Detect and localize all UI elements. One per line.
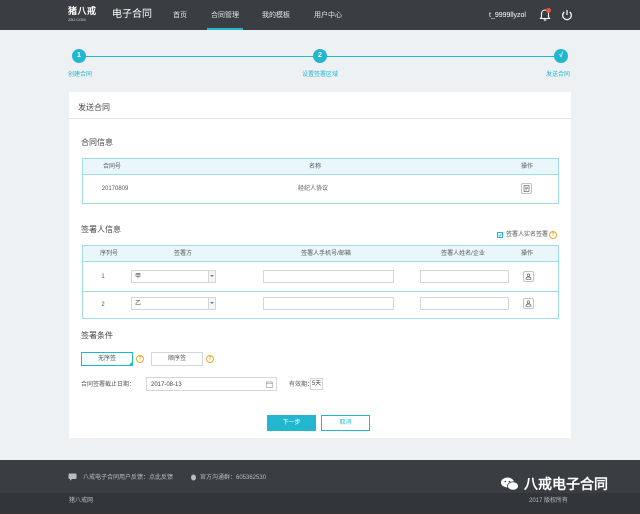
app-title: 电子合同 <box>112 9 152 20</box>
chat-icon <box>68 473 77 481</box>
username[interactable]: t_9999llyzol <box>489 11 526 20</box>
ordered-sign-option[interactable]: 顺序签 <box>151 352 203 366</box>
watermark-text: 八戒电子合同 <box>524 476 608 492</box>
column-header-index: 序列号 <box>99 251 119 257</box>
signer-info-title: 签署人信息 <box>81 225 121 234</box>
qq-icon <box>191 474 196 481</box>
contacts-icon <box>525 273 532 280</box>
selected-party: 甲 <box>135 274 142 280</box>
wechat-icon <box>501 477 519 491</box>
dropdown-arrow <box>208 298 215 309</box>
cancel-button[interactable]: 取消 <box>321 415 370 431</box>
qq-group-text: 官方沟通群：605362530 <box>200 475 267 481</box>
column-header-party: 签署方 <box>173 251 193 257</box>
realname-sign-checkbox[interactable] <box>497 232 503 238</box>
select-signer-button[interactable] <box>523 271 534 282</box>
footer-brand: 猪八戒网 <box>69 498 94 504</box>
column-header-contract-number: 合同号 <box>102 164 122 170</box>
contract-info-title: 合同信息 <box>81 138 113 147</box>
top-navigation-bar: 猪八戒 ZBJ.COM 电子合同 首页 合同管理 我的模板 用户中心 t_999… <box>0 0 640 30</box>
signer-name-input[interactable] <box>420 297 509 310</box>
step-3-circle: √ <box>554 49 568 63</box>
step-3-label: 发送合同 <box>546 72 571 78</box>
signer-party-select[interactable]: 甲 <box>131 270 216 283</box>
notification-dot <box>546 8 551 13</box>
check-icon <box>498 233 502 237</box>
signer-name-input[interactable] <box>420 270 509 283</box>
validity-value: 5天 <box>310 378 323 390</box>
step-1-circle: 1 <box>72 49 86 63</box>
power-icon[interactable] <box>560 8 574 22</box>
help-icon[interactable]: ? <box>549 231 557 239</box>
contract-number-cell: 20170809 <box>101 186 129 192</box>
unordered-sign-option[interactable]: 无序签 <box>81 352 133 366</box>
table-header: 序列号 签署方 签署人手机号/邮箱 签署人姓名/企业 操作 <box>83 246 558 262</box>
column-header-contact: 签署人手机号/邮箱 <box>301 251 351 257</box>
sign-conditions-title: 签署条件 <box>81 331 113 340</box>
logo-text: 猪八戒 <box>68 7 97 17</box>
help-icon[interactable]: ? <box>136 355 144 363</box>
deadline-date-picker[interactable]: 2017-08-13 <box>146 377 277 391</box>
nav-item-contract-management[interactable]: 合同管理 <box>207 11 243 30</box>
deadline-label: 合同签署截止日期： <box>81 382 136 388</box>
chevron-down-icon <box>210 275 214 277</box>
select-signer-button[interactable] <box>523 298 534 309</box>
row-divider <box>83 291 558 292</box>
deadline-date-value: 2017-08-13 <box>151 382 182 388</box>
column-header-actions: 操作 <box>520 251 534 257</box>
nav-item-home[interactable]: 首页 <box>173 11 187 20</box>
contacts-icon <box>525 300 532 307</box>
step-2-circle: 2 <box>313 49 327 63</box>
card-divider <box>69 118 571 119</box>
step-2-label: 设置签署区域 <box>302 72 339 78</box>
step-1-label: 创建合同 <box>68 72 93 78</box>
logo-url-text: ZBJ.COM <box>68 17 86 22</box>
column-header-name: 名称 <box>308 164 322 170</box>
realname-sign-label: 签署人实名签署 <box>506 232 549 238</box>
help-icon[interactable]: ? <box>206 355 214 363</box>
signer-contact-input[interactable] <box>263 270 394 283</box>
view-contract-button[interactable] <box>521 183 532 194</box>
nav-item-user-center[interactable]: 用户中心 <box>314 11 342 20</box>
chevron-down-icon <box>210 302 214 304</box>
selected-party: 乙 <box>135 301 142 307</box>
nav-item-my-templates[interactable]: 我的模板 <box>262 11 290 20</box>
column-header-signer-name: 签署人姓名/企业 <box>441 251 485 257</box>
page-title: 发送合同 <box>78 103 110 112</box>
dropdown-arrow <box>208 271 215 282</box>
table-header: 合同号 名称 操作 <box>83 159 558 175</box>
zbj-logo[interactable]: 猪八戒 ZBJ.COM <box>68 7 98 23</box>
signer-party-select[interactable]: 乙 <box>131 297 216 310</box>
feedback-link[interactable]: 八戒电子合同用户反馈：点此反馈 <box>83 474 173 482</box>
column-header-actions: 操作 <box>520 164 534 170</box>
contract-name-cell: 经纪人协议 <box>297 186 329 192</box>
document-icon <box>523 185 530 192</box>
copyright-text: 2017 版权所有 <box>529 498 569 504</box>
calendar-icon <box>266 381 273 388</box>
signer-table: 序列号 签署方 签署人手机号/邮箱 签署人姓名/企业 操作 1 甲 2 乙 <box>82 245 559 319</box>
signer-contact-input[interactable] <box>263 297 394 310</box>
contract-info-table: 合同号 名称 操作 20170809 经纪人协议 <box>82 158 559 204</box>
signer-index-cell: 1 <box>101 274 105 280</box>
next-step-button[interactable]: 下一步 <box>267 415 316 431</box>
signer-index-cell: 2 <box>101 302 105 308</box>
